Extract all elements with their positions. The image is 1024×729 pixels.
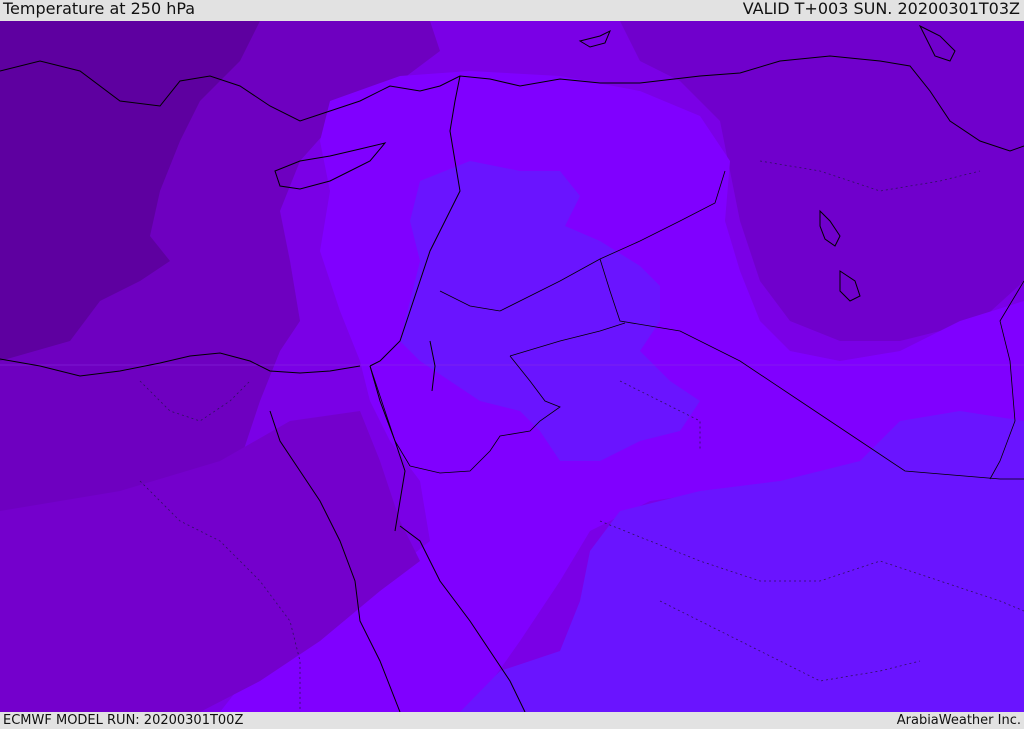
map-canvas	[0, 21, 1024, 712]
header-bar: Temperature at 250 hPa VALID T+003 SUN. …	[0, 0, 1024, 21]
weather-map-frame: Temperature at 250 hPa VALID T+003 SUN. …	[0, 0, 1024, 729]
temperature-map	[0, 21, 1024, 712]
valid-time-label: VALID T+003 SUN. 20200301T03Z	[742, 0, 1020, 18]
map-title: Temperature at 250 hPa	[3, 0, 196, 18]
footer-bar: ECMWF MODEL RUN: 20200301T00Z ArabiaWeat…	[0, 712, 1024, 729]
credit-label: ArabiaWeather Inc.	[896, 713, 1021, 728]
model-run-label: ECMWF MODEL RUN: 20200301T00Z	[3, 713, 244, 728]
